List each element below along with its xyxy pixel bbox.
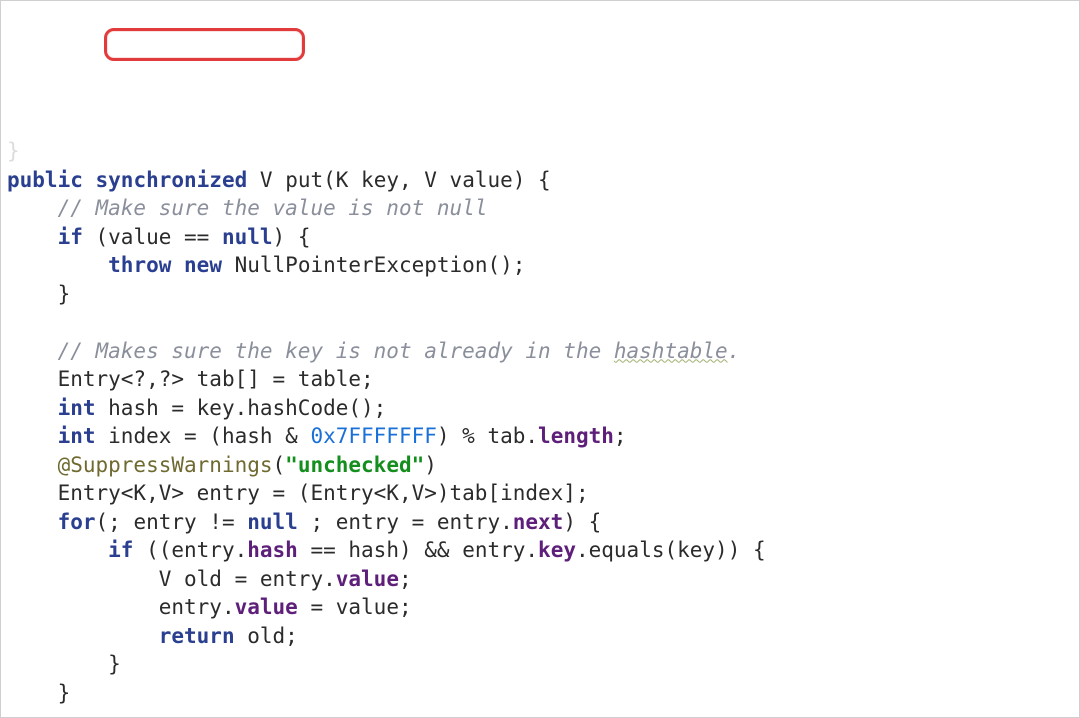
- field-value: value: [235, 595, 298, 619]
- txt: ) {: [563, 510, 601, 534]
- txt: old;: [235, 624, 298, 648]
- space: [83, 168, 96, 192]
- indent-guide: [7, 253, 58, 277]
- indent: [7, 396, 58, 420]
- indent: [7, 681, 58, 705]
- txt: V old = entry.: [159, 567, 336, 591]
- indent: [58, 652, 109, 676]
- kw-if: if: [108, 538, 133, 562]
- field-hash: hash: [247, 538, 298, 562]
- kw-return: return: [159, 624, 235, 648]
- paren: (: [273, 453, 286, 477]
- space: [247, 168, 260, 192]
- field-length: length: [538, 424, 614, 448]
- kw-int: int: [58, 396, 96, 420]
- indent-guide: [7, 624, 58, 648]
- txt: ;: [399, 567, 412, 591]
- kw-public: public: [7, 168, 83, 192]
- txt: ) % tab.: [437, 424, 538, 448]
- kw-new: new: [184, 253, 222, 277]
- txt: = value;: [298, 595, 412, 619]
- kw-throw: throw: [108, 253, 171, 277]
- txt: .equals(key)) {: [576, 538, 766, 562]
- indent-guide: [7, 538, 58, 562]
- comment-dot: .: [728, 339, 741, 363]
- kw-int: int: [58, 424, 96, 448]
- indent: [7, 339, 58, 363]
- return-type: V: [260, 168, 273, 192]
- highlight-box-synchronized: [104, 28, 305, 61]
- method-signature: put(K key, V value) {: [273, 168, 551, 192]
- brace: }: [58, 282, 71, 306]
- brace: }: [108, 652, 121, 676]
- indent: [108, 567, 159, 591]
- indent: [7, 225, 58, 249]
- kw-for: for: [58, 510, 96, 534]
- indent: [7, 510, 58, 534]
- txt: (value ==: [83, 225, 222, 249]
- paren: ): [424, 453, 437, 477]
- brace: }: [58, 681, 71, 705]
- indent: [58, 538, 109, 562]
- kw-synchronized: synchronized: [96, 168, 248, 192]
- indent: [7, 367, 58, 391]
- txt: (; entry !=: [96, 510, 248, 534]
- indent: [7, 282, 58, 306]
- txt: ; entry = entry.: [298, 510, 513, 534]
- kw-null: null: [247, 510, 298, 534]
- indent-guide: [7, 567, 58, 591]
- code-line: Entry<K,V> entry = (Entry<K,V>)tab[index…: [58, 481, 589, 505]
- comment-line: // Make sure the value is not null: [58, 196, 488, 220]
- txt: ((entry.: [133, 538, 247, 562]
- kw-if: if: [58, 225, 83, 249]
- code-block: } public synchronized V put(K key, V val…: [7, 109, 1079, 718]
- string-literal: "unchecked": [285, 453, 424, 477]
- hex-literal: 0x7FFFFFFF: [310, 424, 436, 448]
- comment-line: // Makes sure the key is not already in …: [58, 339, 614, 363]
- txt: hash = key.hashCode();: [96, 396, 387, 420]
- txt: entry.: [159, 595, 235, 619]
- indent: [7, 481, 58, 505]
- annotation: @SuppressWarnings: [58, 453, 273, 477]
- indent: [7, 424, 58, 448]
- txt: == hash) && entry.: [298, 538, 538, 562]
- txt: ) {: [273, 225, 311, 249]
- indent-guide: [58, 567, 109, 591]
- field-next: next: [513, 510, 564, 534]
- indent-guide: [7, 595, 58, 619]
- code-editor-viewport: } public synchronized V put(K key, V val…: [0, 0, 1080, 718]
- indent: [108, 624, 159, 648]
- kw-null: null: [222, 225, 273, 249]
- indent: [7, 196, 58, 220]
- indent-guide: [7, 652, 58, 676]
- indent: [58, 253, 109, 277]
- comment-spellcheck-word: hashtable: [614, 339, 728, 363]
- indent-guide: [58, 624, 109, 648]
- txt: ;: [614, 424, 627, 448]
- indent: [7, 453, 58, 477]
- code-line: Entry<?,?> tab[] = table;: [58, 367, 374, 391]
- txt: index = (hash &: [96, 424, 311, 448]
- space: [171, 253, 184, 277]
- field-value: value: [336, 567, 399, 591]
- field-key: key: [538, 538, 576, 562]
- indent-guide: [58, 595, 109, 619]
- indent: [108, 595, 159, 619]
- txt: NullPointerException();: [222, 253, 525, 277]
- brace-fragment: }: [7, 139, 20, 163]
